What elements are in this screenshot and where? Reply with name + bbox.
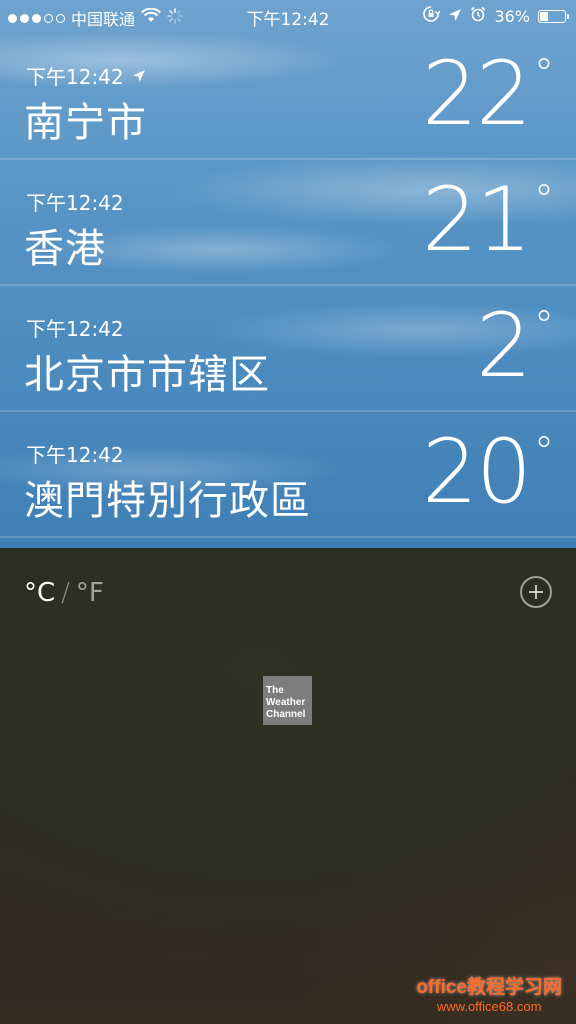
city-temperature: 21 ° (422, 168, 554, 271)
city-temperature: 2 ° (476, 294, 554, 397)
city-row[interactable]: 下午12:42 北京市市辖区 2 ° (0, 286, 576, 412)
logo-text-line: Channel (266, 709, 306, 720)
city-time-text: 下午12:42 (26, 443, 124, 467)
city-local-time: 下午12:42 (26, 61, 146, 90)
add-city-button[interactable] (520, 576, 552, 608)
unit-toggle[interactable]: °C / °F (24, 578, 104, 608)
battery-level (540, 11, 548, 21)
current-location-arrow-icon (132, 69, 146, 83)
rotation-lock-icon (422, 5, 442, 27)
city-time-text: 下午12:42 (26, 65, 124, 89)
city-row[interactable]: 下午12:42 香港 21 ° (0, 160, 576, 286)
city-time-text: 下午12:42 (26, 191, 124, 215)
city-local-time: 下午12:42 (26, 313, 124, 342)
status-bar: 中国联通 下午12:42 36% (0, 0, 576, 34)
celsius-option[interactable]: °C (24, 578, 55, 608)
degree-symbol: ° (534, 51, 554, 97)
bottom-toolbar-area: °C / °F The Weather Channel office教程学习网 … (0, 548, 576, 1024)
battery-percentage: 36% (494, 6, 530, 26)
degree-symbol: ° (534, 303, 554, 349)
logo-text-line: Weather (266, 697, 306, 708)
status-right: 36% (422, 5, 569, 27)
city-name: 南宁市 (24, 100, 147, 146)
fahrenheit-option[interactable]: °F (76, 578, 104, 608)
site-watermark: office教程学习网 www.office68.com (416, 972, 562, 1014)
battery-icon (538, 9, 569, 23)
city-time-text: 下午12:42 (26, 317, 124, 341)
temperature-value: 22 (422, 42, 532, 145)
city-temperature: 22 ° (422, 42, 554, 145)
alarm-icon (470, 6, 486, 26)
temperature-value: 20 (422, 420, 532, 523)
watermark-title: office教程学习网 (416, 977, 562, 998)
logo-text-line: The (266, 685, 284, 696)
city-name: 澳門特別行政區 (24, 478, 311, 524)
city-row[interactable]: 下午12:42 澳門特別行政區 20 ° (0, 412, 576, 538)
city-temperature: 20 ° (422, 420, 554, 523)
degree-symbol: ° (534, 429, 554, 475)
location-services-icon (448, 7, 462, 26)
weather-channel-logo[interactable]: The Weather Channel (263, 676, 312, 725)
city-name: 北京市市辖区 (24, 352, 270, 398)
city-list: 下午12:42 南宁市 22 ° 下午12:42 香港 21 ° 下午12:42 北… (0, 34, 576, 538)
degree-symbol: ° (534, 177, 554, 223)
city-local-time: 下午12:42 (26, 439, 124, 468)
watermark-url: www.office68.com (436, 999, 542, 1014)
temperature-value: 2 (476, 294, 532, 397)
temperature-value: 21 (422, 168, 532, 271)
unit-separator: / (61, 578, 70, 608)
city-local-time: 下午12:42 (26, 187, 124, 216)
city-row[interactable]: 下午12:42 南宁市 22 ° (0, 34, 576, 160)
city-name: 香港 (24, 226, 106, 272)
